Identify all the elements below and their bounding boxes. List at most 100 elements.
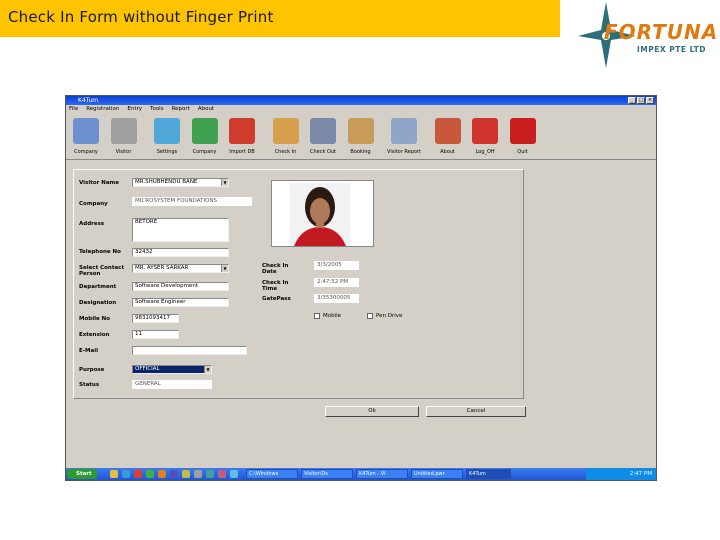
- contact-person-label: Select Contact Person: [79, 265, 125, 277]
- taskbar-window-button[interactable]: Untitled.pwr: [411, 469, 463, 479]
- taskbar-window-button[interactable]: Visitor\Ds: [301, 469, 353, 479]
- visitor-name-value: MR.SHUBHENDU BANE: [135, 179, 198, 185]
- menu-about[interactable]: About: [198, 105, 214, 113]
- app-icon[interactable]: [194, 470, 202, 478]
- menu-bar: File Registration Entry Tools Report Abo…: [66, 105, 656, 113]
- chevron-down-icon[interactable]: ▼: [221, 265, 228, 272]
- company-label: Company: [79, 201, 108, 207]
- designation-field[interactable]: Software Engineer: [132, 298, 229, 307]
- check-in-time-field: 2:47:52 PM: [314, 278, 359, 287]
- toolbar-button-check-out[interactable]: Check Out: [306, 114, 340, 160]
- extension-field[interactable]: 11: [132, 330, 179, 339]
- contact-person-value: MR. AYSER SARKAR: [135, 265, 189, 271]
- taskbar: Start C:\Windows Visitor\Ds K4Tum - Vi U…: [66, 468, 656, 480]
- app-icon[interactable]: [158, 470, 166, 478]
- toolbar-button-visitor[interactable]: Visitor: [107, 114, 141, 160]
- pen-drive-checkbox[interactable]: [367, 313, 373, 319]
- settings-icon: [154, 118, 180, 144]
- logo-subtitle: IMPEX PTE LTD: [637, 45, 706, 54]
- import-db-icon: [229, 118, 255, 144]
- window-title-bar: K4Tum _ □ ×: [66, 96, 656, 105]
- toolbar-button-visitor-report[interactable]: Visitor Report: [387, 114, 421, 160]
- company-icon: [73, 118, 99, 144]
- toolbar-label: Booking: [350, 149, 371, 155]
- globe-icon: [191, 118, 218, 144]
- toolbar-label: Visitor Report: [387, 149, 421, 155]
- app-icon[interactable]: [206, 470, 214, 478]
- toolbar-button-check-in[interactable]: Check In: [269, 114, 303, 160]
- app-icon[interactable]: [134, 470, 142, 478]
- toolbar-label: Check In: [274, 149, 297, 155]
- cancel-button[interactable]: Cancel: [426, 406, 526, 417]
- address-field[interactable]: BETORE: [132, 218, 229, 242]
- taskbar-clock: 2:47 PM: [586, 468, 656, 480]
- toolbar-label: Company: [192, 149, 217, 155]
- toolbar-button-import-db[interactable]: Import DB: [225, 114, 259, 160]
- email-label: E-Mail: [79, 348, 98, 354]
- browser-icon[interactable]: [122, 470, 130, 478]
- report-icon: [391, 118, 417, 144]
- visitor-name-select[interactable]: MR.SHUBHENDU BANE ▼: [132, 178, 229, 187]
- toolbar-button-log-off[interactable]: Log_Off: [468, 114, 502, 160]
- check-in-date-field: 3/3/2005: [314, 261, 359, 270]
- app-icon[interactable]: [230, 470, 238, 478]
- toolbar-label: Visitor: [115, 149, 132, 155]
- check-out-icon: [310, 118, 336, 144]
- mobile-checkbox-label: Mobile: [323, 313, 342, 319]
- log-off-icon: [472, 118, 498, 144]
- mobile-field[interactable]: 9831093417: [132, 314, 179, 323]
- telephone-field[interactable]: 32432: [132, 248, 229, 257]
- department-label: Department: [79, 284, 117, 290]
- ok-button[interactable]: Ok: [325, 406, 419, 417]
- purpose-select[interactable]: OFFICIAL ▼: [132, 365, 212, 374]
- toolbar-button-settings[interactable]: Settings: [150, 114, 184, 160]
- email-field[interactable]: [132, 346, 247, 355]
- app-icon[interactable]: [146, 470, 154, 478]
- window-title: K4Tum: [78, 97, 99, 104]
- window-controls: _ □ ×: [628, 97, 654, 104]
- toolbar-label: Quit: [517, 149, 528, 155]
- company-field[interactable]: MICROSYSTEM FOUNDATIONS: [132, 197, 252, 206]
- folder-icon[interactable]: [110, 470, 118, 478]
- visitor-photo: [271, 180, 374, 247]
- menu-file[interactable]: File: [69, 105, 78, 113]
- slide-title: Check In Form without Finger Print: [8, 8, 274, 26]
- chevron-down-icon[interactable]: ▼: [204, 366, 211, 373]
- contact-person-select[interactable]: MR. AYSER SARKAR ▼: [132, 264, 229, 273]
- app-icon[interactable]: [218, 470, 226, 478]
- menu-tools[interactable]: Tools: [150, 105, 164, 113]
- status-field: GENERAL: [132, 380, 212, 389]
- taskbar-window-button[interactable]: C:\Windows: [246, 469, 298, 479]
- toolbar-button-company-globe[interactable]: Company: [188, 114, 222, 160]
- toolbar-button-booking[interactable]: Booking: [344, 114, 378, 160]
- extension-label: Extension: [79, 332, 110, 338]
- purpose-value: OFFICIAL: [135, 366, 160, 372]
- visitor-icon: [110, 118, 137, 144]
- toolbar-button-company[interactable]: Company: [69, 114, 103, 160]
- toolbar-label: Check Out: [309, 149, 337, 155]
- chevron-down-icon[interactable]: ▼: [221, 179, 228, 186]
- start-button[interactable]: Start: [67, 469, 97, 479]
- designation-label: Designation: [79, 300, 117, 306]
- maximize-button[interactable]: □: [637, 97, 645, 104]
- taskbar-window-button[interactable]: K4Tum - Vi: [356, 469, 408, 479]
- toolbar-label: Company: [74, 149, 98, 155]
- menu-registration[interactable]: Registration: [86, 105, 119, 113]
- toolbar: Company Visitor Settings Company Import …: [66, 114, 656, 160]
- app-icon[interactable]: [170, 470, 178, 478]
- toolbar-button-about[interactable]: About: [431, 114, 465, 160]
- minimize-button[interactable]: _: [628, 97, 636, 104]
- close-button[interactable]: ×: [646, 97, 654, 104]
- check-in-form: Visitor Name MR.SHUBHENDU BANE ▼ Company …: [73, 169, 524, 399]
- toolbar-button-quit[interactable]: Quit: [506, 114, 540, 160]
- status-label: Status: [79, 382, 100, 388]
- menu-entry[interactable]: Entry: [127, 105, 142, 113]
- mobile-checkbox[interactable]: [314, 313, 320, 319]
- gate-pass-field: 3/35300005: [314, 294, 359, 303]
- slide: Check In Form without Finger Print FORTU…: [0, 0, 720, 540]
- app-icon[interactable]: [182, 470, 190, 478]
- taskbar-window-button-active[interactable]: K4Tum: [466, 469, 511, 479]
- menu-report[interactable]: Report: [172, 105, 190, 113]
- department-field[interactable]: Software Development: [132, 282, 229, 291]
- booking-icon: [347, 118, 374, 144]
